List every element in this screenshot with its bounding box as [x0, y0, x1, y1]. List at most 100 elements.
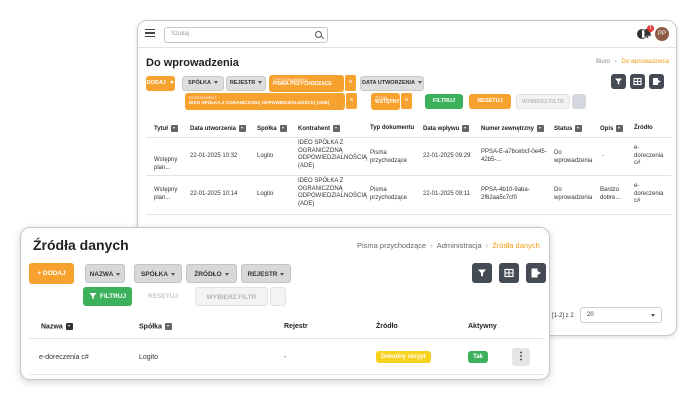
search-icon[interactable] [315, 31, 322, 38]
add-label: DODAJ [146, 80, 166, 86]
sort-icon[interactable] [333, 125, 340, 132]
cell-nazwa[interactable]: e-doreczenia c# [39, 354, 89, 361]
col-header-typ[interactable]: Typ dokumentu [370, 125, 414, 131]
cell-data: 22-01-2025 10:14 [190, 191, 238, 197]
add-button[interactable]: + DODAJ [29, 263, 74, 284]
col-header-kontrahent[interactable]: Kontrahent [298, 125, 340, 132]
col-header-spolka[interactable]: Spółka [139, 323, 172, 330]
wybierz-filtr-button[interactable]: WYBIERZ FILTR [516, 94, 570, 109]
chevron-down-icon [171, 272, 176, 276]
table-divider [146, 137, 671, 138]
zrodla-danych-window: Źródła danych Pisma przychodzące › Adminis… [20, 227, 550, 380]
zrodlo-filter[interactable]: ŹRÓDŁO [186, 264, 237, 283]
breadcrumb-item[interactable]: Pisma przychodzące [357, 241, 426, 250]
kebab-icon[interactable]: ⋮ [512, 348, 530, 366]
chip-value: PISMA PRZYCHODZĄCE [273, 81, 332, 87]
chip-remove-button[interactable]: × [345, 75, 356, 91]
nazwa-label: NAZWA [89, 271, 114, 278]
rejestr-label: REJESTR [247, 271, 278, 278]
avatar[interactable]: PP [655, 27, 669, 41]
menu-icon[interactable] [145, 29, 155, 37]
export-icon[interactable] [649, 74, 664, 89]
wybierz-filtr-button[interactable]: WYBIERZ FILTR [195, 287, 268, 306]
cell-wplyw: 22-01-2025 09:29 [423, 153, 471, 159]
sort-icon[interactable] [279, 125, 287, 132]
col-header-data[interactable]: Data utworzenia [190, 125, 247, 132]
nazwa-filter[interactable]: NAZWA [85, 264, 125, 283]
tytul-chip[interactable]: TYTUŁ WSTĘPNY [371, 93, 400, 110]
rejestr-filter[interactable]: REJESTR [241, 264, 291, 283]
rejestr-label: REJESTR [229, 80, 256, 86]
resetuj-button[interactable]: RESETUJ [469, 94, 511, 109]
col-header-zrodlo[interactable]: Źródło [634, 125, 653, 131]
grid-icon[interactable] [630, 74, 645, 89]
kontrahent-chip[interactable]: KONTRAHENT IDEO SPÓŁKA Z OGRANICZONĄ ODP… [185, 93, 345, 110]
per-page-select[interactable]: 20 [580, 307, 662, 323]
sort-icon[interactable] [575, 125, 583, 132]
filtruj-button[interactable]: FILTRUJ [83, 287, 132, 306]
rejestr-filter[interactable]: REJESTR [226, 76, 266, 91]
chevron-down-icon [213, 81, 218, 85]
chip-remove-button[interactable]: × [401, 93, 412, 109]
grid-icon[interactable] [499, 263, 519, 283]
save-filter-button[interactable] [270, 287, 286, 306]
chip-value: WSTĘPNY [375, 99, 400, 105]
sort-icon[interactable] [170, 125, 178, 132]
breadcrumb-item[interactable]: Biuro [596, 59, 610, 65]
col-label: Źródło [376, 323, 398, 330]
chip-remove-button[interactable]: × [346, 93, 357, 109]
cell-numer: PPSA-E-a7bcebcf-0e45-42b5-... [481, 149, 547, 163]
sort-icon[interactable] [537, 125, 545, 132]
col-label: Typ dokumentu [370, 125, 415, 131]
top-bar: Szukaj 1 PP [138, 21, 676, 48]
sort-icon[interactable] [616, 125, 624, 132]
cell-data: 22-01-2025 10:32 [190, 153, 238, 159]
col-header-zrodlo[interactable]: Źródło [376, 323, 398, 330]
sort-icon[interactable] [65, 323, 73, 330]
col-header-rejestr[interactable]: Rejestr [284, 323, 308, 330]
resetuj-button[interactable]: RESETUJ [137, 287, 189, 306]
sort-icon[interactable] [164, 323, 172, 330]
spolka-filter[interactable]: SPÓŁKA [134, 264, 182, 283]
col-header-wplyw[interactable]: Data wpływu [423, 125, 470, 132]
col-header-nazwa[interactable]: Nazwa [41, 323, 73, 330]
search-input[interactable]: Szukaj [164, 27, 328, 43]
resetuj-label: RESETUJ [148, 293, 178, 300]
filter-icon [89, 293, 97, 300]
typ-dokumentu-chip[interactable]: TYP DOKUMENTU PISMA PRZYCHODZĄCE [269, 75, 344, 92]
breadcrumb-separator: › [430, 241, 433, 250]
col-header-opis[interactable]: Opis [600, 125, 624, 132]
cell-tytul[interactable]: Wstępny plan... [154, 187, 186, 202]
breadcrumb-separator: › [485, 241, 489, 250]
data-utworzenia-filter[interactable]: DATA UTWORZENIA [360, 76, 424, 91]
export-icon[interactable] [526, 263, 546, 283]
col-header-numer[interactable]: Numer zewnętrzny [481, 125, 545, 132]
search-placeholder: Szukaj [171, 31, 190, 37]
col-header-spolka[interactable]: Spółka [257, 125, 287, 132]
col-header-aktywny[interactable]: Aktywny [468, 323, 497, 330]
cell-typ: Pisma przychodzące [370, 150, 408, 164]
filter-icon[interactable] [472, 263, 492, 283]
notification-badge: 1 [647, 25, 654, 32]
chevron-down-icon [116, 272, 121, 276]
filtruj-button[interactable]: FILTRUJ [425, 94, 463, 109]
table-row-divider [29, 374, 543, 375]
spolka-filter[interactable]: SPÓŁKA [182, 76, 224, 91]
filtruj-label: FILTRUJ [432, 98, 456, 104]
page-title: Do wprowadzenia [146, 57, 239, 69]
col-header-tytul[interactable]: Tytuł [154, 125, 178, 132]
sort-icon[interactable] [239, 125, 247, 132]
cell-rejestr: - [284, 354, 287, 361]
chevron-down-icon [170, 81, 175, 85]
save-filter-button[interactable] [572, 94, 586, 109]
data-utworzenia-label: DATA UTWORZENIA [361, 80, 416, 86]
chevron-down-icon [651, 314, 655, 317]
filter-icon[interactable] [611, 74, 626, 89]
zrodlo-label: ŹRÓDŁO [194, 271, 222, 278]
sort-icon[interactable] [462, 125, 470, 132]
breadcrumb-item[interactable]: Administracja [437, 241, 482, 250]
cell-tytul[interactable]: Wstępny plan... [154, 157, 186, 172]
add-button[interactable]: DODAJ [146, 76, 175, 91]
cell-typ: Pisma przychodzące [370, 187, 408, 201]
col-header-status[interactable]: Status [554, 125, 583, 132]
